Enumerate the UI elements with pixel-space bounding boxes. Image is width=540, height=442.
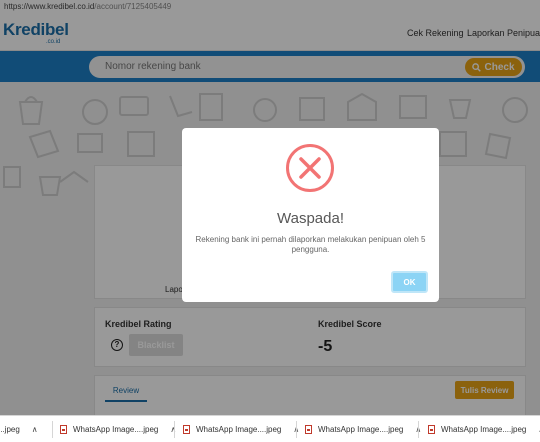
download-separator — [52, 421, 53, 438]
ok-button[interactable]: OK — [391, 271, 428, 293]
modal-message: Rekening bank ini pernah dilaporkan mela… — [195, 235, 426, 254]
download-item[interactable]: WhatsApp Image....jpeg ∧ — [428, 416, 540, 442]
download-separator — [418, 421, 419, 438]
download-item[interactable]: WhatsApp Image....jpeg ∧ — [305, 416, 421, 442]
download-file-name: WhatsApp Image....jpeg — [318, 425, 404, 434]
download-item[interactable]: WhatsApp Image....jpeg ∧ — [60, 416, 176, 442]
modal-title: Waspada! — [277, 210, 344, 227]
file-icon — [183, 425, 190, 434]
download-separator — [296, 421, 297, 438]
chevron-up-icon[interactable]: ∧ — [32, 425, 38, 434]
download-file-name: WhatsApp Image....jpeg — [441, 425, 527, 434]
file-icon — [305, 425, 312, 434]
download-item[interactable]: ...jpeg ∧ — [0, 416, 38, 442]
error-x-icon — [286, 144, 334, 192]
download-bar: ...jpeg ∧ WhatsApp Image....jpeg ∧ Whats… — [0, 415, 540, 442]
file-icon — [428, 425, 435, 434]
download-file-name: ...jpeg — [0, 425, 20, 434]
download-file-name: WhatsApp Image....jpeg — [73, 425, 159, 434]
warning-modal: Waspada! Rekening bank ini pernah dilapo… — [182, 128, 439, 302]
download-separator — [174, 421, 175, 438]
file-icon — [60, 425, 67, 434]
download-file-name: WhatsApp Image....jpeg — [196, 425, 282, 434]
download-item[interactable]: WhatsApp Image....jpeg ∧ — [183, 416, 299, 442]
